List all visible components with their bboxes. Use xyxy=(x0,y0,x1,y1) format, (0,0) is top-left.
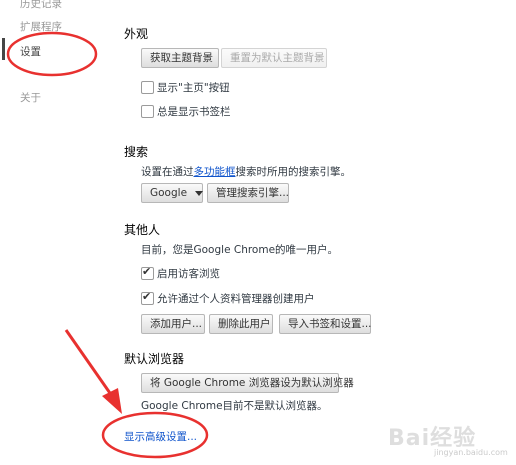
annotation-circle-settings xyxy=(6,31,98,77)
annotation-overlay xyxy=(6,31,209,459)
baidu-watermark-url: jingyan.baidu.com xyxy=(434,448,508,457)
annotation-arrow-line xyxy=(64,329,114,397)
annotation-circle-advanced xyxy=(101,411,209,459)
annotation-arrow-head xyxy=(102,388,122,414)
